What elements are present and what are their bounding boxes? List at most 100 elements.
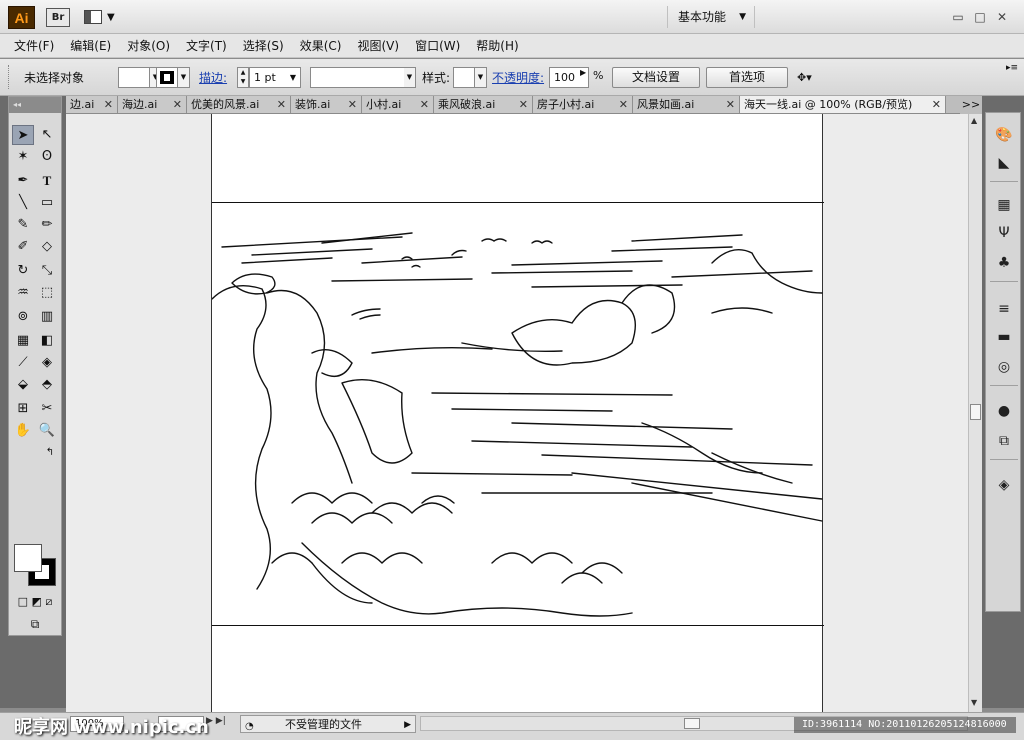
maximize-icon[interactable]: □ xyxy=(972,8,988,26)
type-icon[interactable]: T xyxy=(36,171,58,191)
fill-swatch[interactable] xyxy=(118,67,150,88)
canvas[interactable] xyxy=(66,114,968,712)
close-icon[interactable]: ✕ xyxy=(519,96,528,113)
screen-mode-icon[interactable]: ⧉ xyxy=(20,614,50,634)
close-icon[interactable]: ✕ xyxy=(277,96,286,113)
menu-file[interactable]: 文件(F) xyxy=(14,37,54,54)
transparency-icon[interactable]: ◎ xyxy=(994,357,1014,377)
stroke-weight-select[interactable]: 1 pt ▼ xyxy=(249,67,301,88)
slice-icon[interactable]: ✂ xyxy=(36,399,58,419)
panel-menu-icon[interactable]: ▸≡ xyxy=(1006,63,1018,73)
opacity-label-link[interactable]: 不透明度: xyxy=(492,69,544,86)
document-setup-button[interactable]: 文档设置 xyxy=(612,67,700,88)
close-icon[interactable]: ✕ xyxy=(348,96,357,113)
tab-document-active[interactable]: 海天一线.ai @ 100% (RGB/预览) ✕ xyxy=(740,96,946,113)
direct-selection-icon[interactable]: ↖ xyxy=(36,125,58,145)
swap-colors-icon[interactable]: ↰ xyxy=(39,443,61,463)
paintbrush-icon[interactable]: ✎ xyxy=(12,215,34,235)
chevron-right-icon[interactable]: ▶ xyxy=(580,68,586,77)
artboard[interactable] xyxy=(211,114,824,712)
color-mode-icons[interactable]: □ ◩ ⧄ xyxy=(10,592,60,612)
close-icon[interactable]: ✕ xyxy=(420,96,429,113)
workspace-switcher[interactable]: 基本功能 ▼ xyxy=(667,6,755,28)
graphic-styles-icon[interactable]: ⧉ xyxy=(994,431,1014,451)
artwork-frame[interactable] xyxy=(211,202,824,627)
warp-icon[interactable]: ♒ xyxy=(12,283,34,303)
tab-document[interactable]: 装饰.ai ✕ xyxy=(291,96,362,113)
tab-document[interactable]: 乘风破浪.ai ✕ xyxy=(434,96,533,113)
more-tabs-button[interactable]: >> xyxy=(960,96,982,114)
tab-document[interactable]: 海边.ai ✕ xyxy=(118,96,187,113)
close-icon[interactable]: ✕ xyxy=(726,96,735,113)
panel-grip[interactable]: ◂◂ xyxy=(9,97,61,113)
arrange-documents-button[interactable]: ▼ xyxy=(84,8,118,27)
selection-icon[interactable]: ➤ xyxy=(12,125,34,145)
vertical-scrollbar[interactable]: ▲ ▼ xyxy=(968,114,982,712)
free-transform-icon[interactable]: ⬚ xyxy=(36,283,58,303)
align-options-icon[interactable]: ✥▾ xyxy=(797,67,827,88)
color-icon[interactable]: 🎨 xyxy=(994,125,1014,145)
status-menu[interactable]: ◔ 不受管理的文件 ▶ xyxy=(240,715,416,733)
stroke-dropdown[interactable]: ▼ xyxy=(178,67,190,88)
gradient-icon[interactable]: ◧ xyxy=(36,331,58,351)
menu-type[interactable]: 文字(T) xyxy=(186,37,227,54)
menu-window[interactable]: 窗口(W) xyxy=(415,37,460,54)
swatches-icon[interactable]: ▦ xyxy=(994,195,1014,215)
stroke-weight-stepper[interactable]: ▲ ▼ xyxy=(237,67,249,88)
scroll-up-icon[interactable]: ▲ xyxy=(971,116,977,125)
tab-document[interactable]: 小村.ai ✕ xyxy=(362,96,434,113)
color-guide-icon[interactable]: ◣ xyxy=(994,153,1014,173)
menu-edit[interactable]: 编辑(E) xyxy=(70,37,111,54)
line-icon[interactable]: ╲ xyxy=(12,193,34,213)
brush-dropdown[interactable]: ▼ xyxy=(404,67,416,88)
fill-stroke-control[interactable] xyxy=(14,544,60,590)
rectangle-icon[interactable]: ▭ xyxy=(36,193,58,213)
eraser-icon[interactable]: ◇ xyxy=(36,237,58,257)
preferences-button[interactable]: 首选项 xyxy=(706,67,788,88)
fill-color-box[interactable] xyxy=(14,544,42,572)
style-swatch[interactable] xyxy=(453,67,475,88)
column-graph-icon[interactable]: ▥ xyxy=(36,307,58,327)
close-icon[interactable]: ✕ xyxy=(173,96,182,113)
brush-definition-field[interactable] xyxy=(310,67,406,88)
magic-wand-icon[interactable]: ✶ xyxy=(12,147,34,167)
tab-document[interactable]: 风景如画.ai ✕ xyxy=(633,96,740,113)
stroke-label-link[interactable]: 描边: xyxy=(199,69,227,86)
lasso-icon[interactable]: ʘ xyxy=(36,147,58,167)
tab-document[interactable]: 边.ai ✕ xyxy=(66,96,118,113)
appearance-icon[interactable]: ● xyxy=(994,401,1014,421)
pencil-icon[interactable]: ✏ xyxy=(36,215,58,235)
symbols-icon[interactable]: ♣ xyxy=(994,253,1014,273)
close-icon[interactable]: ✕ xyxy=(932,96,941,113)
panel-grip[interactable] xyxy=(8,65,12,89)
tab-document[interactable]: 房子小村.ai ✕ xyxy=(533,96,633,113)
brushes-icon[interactable]: Ψ xyxy=(994,223,1014,243)
close-icon[interactable]: ✕ xyxy=(994,8,1010,26)
rotate-icon[interactable]: ↻ xyxy=(12,261,34,281)
symbol-sprayer-icon[interactable]: ⊚ xyxy=(12,307,34,327)
menu-help[interactable]: 帮助(H) xyxy=(476,37,518,54)
zoom-icon[interactable]: 🔍 xyxy=(36,421,58,441)
blend-icon[interactable]: ◈ xyxy=(36,353,58,373)
menu-view[interactable]: 视图(V) xyxy=(357,37,399,54)
scrollbar-thumb[interactable] xyxy=(970,404,981,420)
eyedropper-icon[interactable]: ⟋ xyxy=(12,353,34,373)
artboard-icon[interactable]: ⊞ xyxy=(12,399,34,419)
bridge-button[interactable]: Br xyxy=(46,8,70,27)
blob-brush-icon[interactable]: ✐ xyxy=(12,237,34,257)
live-paint-select-icon[interactable]: ⬘ xyxy=(36,375,58,395)
menu-object[interactable]: 对象(O) xyxy=(127,37,170,54)
landscape-line-art[interactable] xyxy=(211,203,824,627)
stroke-swatch[interactable] xyxy=(156,67,178,88)
scrollbar-thumb[interactable] xyxy=(684,718,700,729)
hand-icon[interactable]: ✋ xyxy=(12,421,34,441)
scroll-down-icon[interactable]: ▼ xyxy=(971,698,977,707)
style-dropdown[interactable]: ▼ xyxy=(475,67,487,88)
gradient-panel-icon[interactable]: ▬ xyxy=(994,327,1014,347)
tab-document[interactable]: 优美的风景.ai ✕ xyxy=(187,96,291,113)
close-icon[interactable]: ✕ xyxy=(104,96,113,113)
mesh-icon[interactable]: ▦ xyxy=(12,331,34,351)
pen-icon[interactable]: ✒ xyxy=(12,171,34,191)
minimize-icon[interactable]: ▭ xyxy=(950,8,966,26)
live-paint-icon[interactable]: ⬙ xyxy=(12,375,34,395)
